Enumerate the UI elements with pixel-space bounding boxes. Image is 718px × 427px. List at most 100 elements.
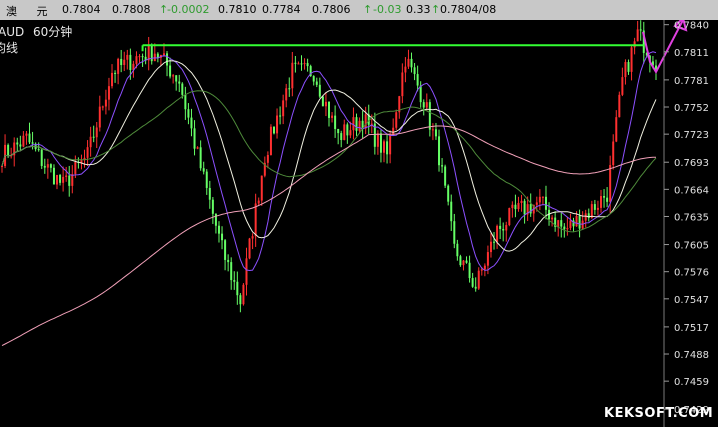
price-chart[interactable]: 0.7840 0.7811 0.7781 0.7752 0.7723 0.7693 0.76…	[0, 20, 718, 427]
candle-body	[217, 225, 220, 234]
candle-body	[300, 63, 303, 65]
candle-body	[43, 165, 46, 168]
candle-body	[563, 226, 566, 230]
candle-body	[474, 286, 477, 289]
candle-body	[523, 200, 526, 215]
candle-body	[169, 65, 172, 77]
candle-body	[31, 142, 34, 144]
candle-body	[303, 63, 306, 65]
candle-body	[187, 109, 190, 118]
instrument-name: 澳 元	[6, 5, 56, 18]
candle-body	[318, 84, 321, 97]
candle-body	[480, 269, 483, 271]
candle-body	[156, 53, 159, 58]
candle-body	[557, 220, 560, 227]
candle-body	[193, 128, 196, 149]
candle-body	[147, 44, 150, 61]
candle-body	[416, 74, 419, 86]
candle-body	[508, 208, 511, 226]
candle-body	[37, 149, 40, 151]
candle-body	[520, 200, 523, 203]
candle-body	[266, 154, 269, 163]
candle-body	[639, 29, 642, 31]
candle-body	[349, 130, 352, 136]
bid-ask: 0.7804/08	[440, 3, 497, 16]
candle-body	[431, 129, 434, 131]
candle-body	[499, 225, 502, 229]
candle-body	[331, 115, 334, 118]
candle-body	[502, 228, 505, 231]
candle-body	[224, 240, 227, 260]
candle-body	[251, 236, 254, 239]
candle-body	[444, 166, 447, 186]
candle-body	[269, 126, 272, 155]
candle-body	[511, 204, 514, 209]
y-tick-label: 0.7635	[674, 212, 709, 223]
candle-body	[471, 278, 474, 287]
candle-body	[624, 62, 627, 78]
candle-body	[257, 200, 260, 204]
candle-body	[306, 63, 309, 67]
candle-body	[352, 117, 355, 131]
candle-body	[428, 102, 431, 130]
candle-body	[181, 83, 184, 95]
candle-body	[468, 262, 471, 279]
candle-body	[162, 53, 165, 55]
quote-bar: 澳 元 0.7804 0.7808 ↑ -0.0002 0.7810 0.778…	[0, 0, 718, 21]
candle-body	[517, 202, 520, 210]
candle-body	[599, 196, 602, 208]
candle-body	[493, 241, 496, 243]
candle-body	[324, 101, 327, 107]
y-tick-label: 0.7752	[674, 103, 709, 114]
candle-body	[541, 196, 544, 198]
candle-body	[282, 100, 285, 117]
chart-background	[0, 20, 718, 427]
candle-body	[538, 196, 541, 203]
candle-body	[230, 262, 233, 281]
candle-body	[62, 176, 65, 183]
candle-body	[395, 112, 398, 128]
candle-body	[242, 284, 245, 305]
y-tick-label: 0.7459	[674, 377, 709, 388]
candle-body	[606, 197, 609, 202]
candle-body	[120, 58, 123, 66]
candle-body	[434, 129, 437, 137]
candle-body	[621, 77, 624, 95]
candle-body	[166, 53, 169, 66]
candle-body	[627, 62, 630, 72]
open-price: 0.7808	[112, 3, 151, 16]
candle-body	[505, 225, 508, 231]
candle-body	[560, 220, 563, 227]
candle-body	[65, 175, 68, 177]
candle-body	[101, 106, 104, 108]
prev-price: 0.7806	[312, 3, 351, 16]
candle-body	[56, 174, 59, 185]
candle-body	[227, 259, 230, 263]
candle-body	[337, 128, 340, 134]
candle-body	[578, 215, 581, 229]
candle-body	[208, 187, 211, 200]
candle-body	[321, 96, 324, 107]
candle-body	[1, 165, 3, 167]
candle-body	[496, 225, 499, 242]
candle-body	[22, 135, 25, 147]
y-tick-label: 0.7547	[674, 295, 709, 306]
candle-body	[438, 136, 441, 166]
high-price: 0.7810	[218, 3, 257, 16]
candle-body	[486, 252, 489, 266]
candle-body	[535, 202, 538, 205]
candle-body	[190, 117, 193, 129]
candle-body	[328, 101, 330, 118]
candle-body	[126, 54, 129, 60]
candle-body	[413, 67, 416, 75]
last-price: 0.7804	[62, 3, 101, 16]
candle-body	[456, 243, 459, 257]
candle-body	[477, 270, 480, 289]
candle-body	[462, 260, 465, 266]
candle-body	[236, 281, 239, 296]
candle-body	[245, 258, 248, 285]
candle-body	[272, 126, 275, 134]
candle-body	[111, 72, 114, 87]
candle-body	[260, 175, 263, 201]
candle-body	[334, 115, 337, 129]
